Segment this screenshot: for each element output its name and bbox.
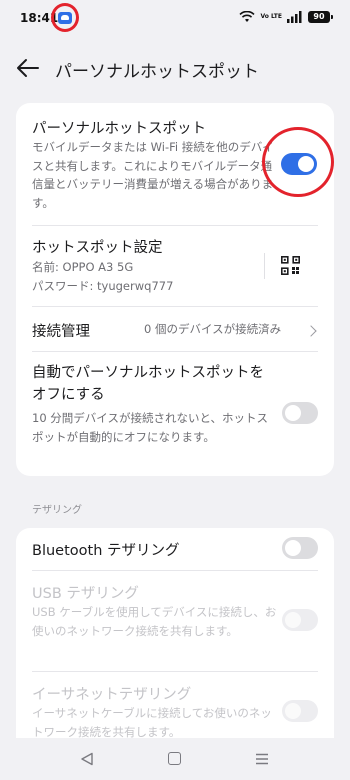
ethernet-tethering-title: イーサネットテザリング [32,687,192,703]
volte-icon: Vo LTE [260,13,282,20]
chevron-right-icon [305,325,317,337]
vertical-separator [264,253,265,279]
wifi-icon [239,11,255,22]
nav-recents-icon[interactable] [255,753,269,765]
nav-back-icon[interactable] [80,752,94,766]
auto-off-row[interactable]: 自動でパーソナルホットスポットをオフにする 10 分間デバイスが接続されないと、… [16,352,334,476]
status-indicators: Vo LTE 90 [239,11,333,23]
battery-icon: 90 [308,11,333,23]
usb-tethering-toggle [282,609,318,631]
page-header: パーソナルホットスポット [0,48,350,88]
status-bar: 18:41 Vo LTE 90 [0,0,350,40]
annotation-circle [262,127,334,197]
hotspot-password: パスワード: tyugerwq777 [32,279,174,293]
connection-count: 0 個のデバイスが接続済み [144,322,282,336]
tethering-section-label: テザリング [32,505,82,516]
usb-tethering-title: USB テザリング [32,586,139,602]
toggle-knob [285,405,301,421]
hotspot-name: 名前: OPPO A3 5G [32,260,134,274]
navigation-bar [0,738,350,780]
ethernet-tethering-description: イーサネットケーブルに接続してお使いのネットワーク接続を共有します。 [32,706,272,739]
hotspot-title: パーソナルホットスポット [32,121,206,137]
tethering-card: Bluetooth テザリング USB テザリング USB ケーブルを使用してデ… [16,528,334,750]
toggle-knob [285,703,301,719]
toggle-knob [285,540,301,556]
auto-off-toggle[interactable] [282,402,318,424]
bluetooth-tethering-toggle[interactable] [282,537,318,559]
auto-off-title: 自動でパーソナルホットスポットをオフにする [32,365,264,403]
hotspot-description: モバイルデータまたは Wi-Fi 接続を他のデバイスと共有します。これによりモバ… [32,140,274,210]
connection-management-row[interactable]: 接続管理 0 個のデバイスが接続済み [16,307,334,351]
nav-home-icon[interactable] [168,752,181,765]
annotation-circle [51,3,79,32]
hotspot-settings-title: ホットスポット設定 [32,240,163,256]
usb-tethering-row: USB テザリング USB ケーブルを使用してデバイスに接続し、お使いのネットワ… [16,571,334,671]
arrow-left-icon[interactable] [14,54,42,82]
bluetooth-tethering-row[interactable]: Bluetooth テザリング [16,528,334,570]
toggle-knob [285,612,301,628]
signal-icon [287,11,302,23]
qr-code-icon[interactable] [281,256,300,275]
connection-management-label: 接続管理 [32,324,90,340]
usb-tethering-description: USB ケーブルを使用してデバイスに接続し、お使いのネットワーク接続を共有します… [32,605,277,638]
page-title: パーソナルホットスポット [55,62,259,82]
auto-off-description: 10 分間デバイスが接続されないと、ホットスポットが自動的にオフになります。 [32,411,268,444]
ethernet-tethering-toggle [282,700,318,722]
bluetooth-tethering-title: Bluetooth テザリング [32,543,180,559]
